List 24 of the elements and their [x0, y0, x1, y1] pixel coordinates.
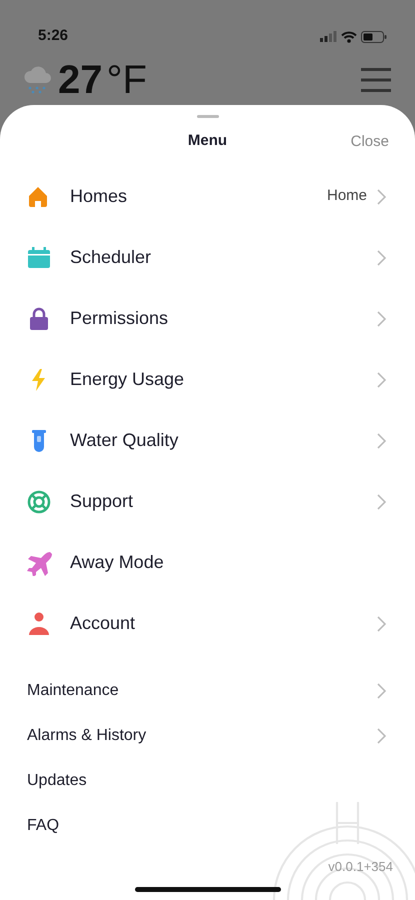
menu-icon[interactable] [361, 67, 391, 93]
battery-icon [361, 30, 387, 42]
menu-item[interactable]: Scheduler [0, 227, 415, 288]
menu-item[interactable]: Away Mode [0, 532, 415, 593]
sheet-title: Menu [188, 130, 228, 151]
menu-item-value: Home [326, 186, 367, 206]
menu-item[interactable]: Account [0, 593, 415, 654]
temperature: 27 [58, 60, 102, 100]
menu-item[interactable]: Maintenance [0, 668, 415, 713]
menu-item[interactable]: Homes Home [0, 166, 415, 227]
temperature-unit: °F [106, 60, 147, 100]
menu-item[interactable]: Alarms & History [0, 713, 415, 758]
signal-icon [320, 31, 337, 42]
wifi-icon [341, 30, 357, 42]
version-text: v0.0.1+354 [328, 858, 393, 876]
menu-item[interactable]: Support [0, 471, 415, 532]
menu-item[interactable]: FAQ [0, 803, 88, 848]
drag-handle[interactable] [196, 115, 218, 118]
menu-item[interactable]: Energy Usage [0, 349, 415, 410]
snow-cloud-icon [22, 65, 54, 95]
status-time: 5:26 [38, 26, 68, 46]
menu-item[interactable]: Permissions [0, 288, 415, 349]
menu-item[interactable]: Updates [0, 758, 115, 803]
menu-item[interactable]: Water Quality [0, 410, 415, 471]
